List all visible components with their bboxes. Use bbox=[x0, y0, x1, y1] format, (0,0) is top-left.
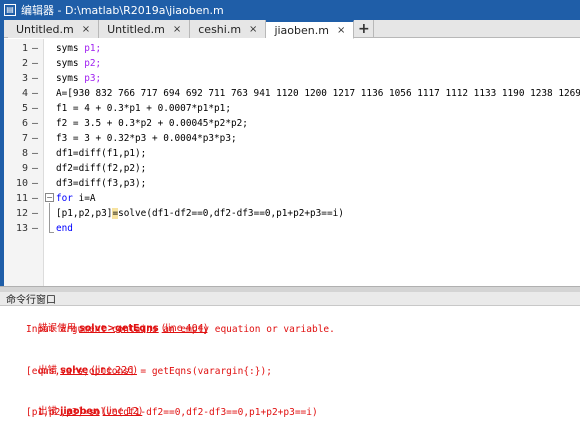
symbol-arg: p1; bbox=[84, 43, 102, 54]
breakpoint-marker[interactable]: — bbox=[28, 103, 42, 114]
breakpoint-marker[interactable]: — bbox=[28, 148, 42, 159]
code-editor[interactable]: 1 — syms p1; 2 — syms p2; 3 — syms p3; 4… bbox=[4, 39, 580, 286]
code-text: f3 = 3 + 0.32*p3 + 0.0004*p3*p3; bbox=[56, 133, 237, 144]
window-title: 编辑器 - D:\matlab\R2019a\jiaoben.m bbox=[21, 4, 224, 17]
tab-label: ceshi.m bbox=[198, 22, 242, 36]
code-text: f1 = 4 + 0.3*p1 + 0.0007*p1*p1; bbox=[56, 103, 231, 114]
code-text: for i=A bbox=[56, 193, 96, 204]
error-code: [p1,p2,p3]=solve(df1-df2==0,df2-df3==0,p… bbox=[26, 407, 318, 418]
code-line[interactable]: 4 — A=[930 832 766 717 694 692 711 763 9… bbox=[4, 86, 580, 101]
code-line[interactable]: 11 — − for i=A bbox=[4, 191, 580, 206]
breakpoint-marker[interactable]: — bbox=[28, 88, 42, 99]
keyword-for: for bbox=[56, 193, 73, 204]
line-number: 1 bbox=[21, 43, 28, 54]
symbol-arg: p3; bbox=[84, 73, 102, 84]
code-line[interactable]: 8 — df1=diff(f1,p1); bbox=[4, 146, 580, 161]
code-line[interactable]: 3 — syms p3; bbox=[4, 71, 580, 86]
code-line[interactable]: 2 — syms p2; bbox=[4, 56, 580, 71]
tab-ceshi[interactable]: ceshi.m × bbox=[190, 20, 267, 38]
code-text: [p1,p2,p3]=solve(df1-df2==0,df2-df3==0,p… bbox=[56, 208, 344, 219]
line-number: 8 bbox=[21, 148, 28, 159]
editor-title-bar: ▤ 编辑器 - D:\matlab\R2019a\jiaoben.m bbox=[0, 0, 580, 20]
breakpoint-marker[interactable]: — bbox=[28, 178, 42, 189]
code-text: df1=diff(f1,p1); bbox=[56, 148, 147, 159]
breakpoint-marker[interactable]: — bbox=[28, 73, 42, 84]
editor-panel: Untitled.m × Untitled.m × ceshi.m × jiao… bbox=[0, 20, 580, 286]
code-line[interactable]: 1 — syms p1; bbox=[4, 41, 580, 56]
error-message: Input argument contains an empty equatio… bbox=[26, 324, 335, 335]
code-line[interactable]: 10 — df3=diff(f3,p3); bbox=[4, 176, 580, 191]
code-text: f2 = 3.5 + 0.3*p2 + 0.00045*p2*p2; bbox=[56, 118, 248, 129]
line-number: 7 bbox=[21, 133, 28, 144]
code-text: end bbox=[56, 223, 73, 234]
code-line[interactable]: 5 — f1 = 4 + 0.3*p1 + 0.0007*p1*p1; bbox=[4, 101, 580, 116]
line-number: 11 bbox=[15, 193, 28, 204]
tab-label: Untitled.m bbox=[16, 22, 74, 36]
breakpoint-marker[interactable]: — bbox=[28, 43, 42, 54]
code-line[interactable]: 9 — df2=diff(f2,p2); bbox=[4, 161, 580, 176]
line-number: 12 bbox=[15, 208, 28, 219]
code-text: A=[930 832 766 717 694 692 711 763 941 1… bbox=[56, 88, 580, 99]
line-number: 5 bbox=[21, 103, 28, 114]
code-line[interactable]: 13 — end bbox=[4, 221, 580, 236]
tab-close-icon[interactable]: × bbox=[249, 24, 257, 35]
tab-label: Untitled.m bbox=[107, 22, 165, 36]
editor-app-icon: ▤ bbox=[4, 4, 16, 16]
command-window-title: 命令行窗口 bbox=[0, 292, 580, 306]
breakpoint-marker[interactable]: — bbox=[28, 223, 42, 234]
line-number: 9 bbox=[21, 163, 28, 174]
code-text: syms p2; bbox=[56, 58, 102, 69]
code-text: syms p1; bbox=[56, 43, 102, 54]
breakpoint-marker[interactable]: — bbox=[28, 58, 42, 69]
line-number: 4 bbox=[21, 88, 28, 99]
fold-collapse-icon[interactable]: − bbox=[45, 193, 54, 202]
breakpoint-marker[interactable]: — bbox=[28, 208, 42, 219]
breakpoint-marker[interactable]: — bbox=[28, 193, 42, 204]
line-number: 2 bbox=[21, 58, 28, 69]
line-number: 6 bbox=[21, 118, 28, 129]
line-number: 3 bbox=[21, 73, 28, 84]
fold-guide-end bbox=[49, 232, 54, 233]
tab-jiaoben[interactable]: jiaoben.m × bbox=[266, 20, 355, 39]
line-number: 10 bbox=[15, 178, 28, 189]
code-text: df2=diff(f2,p2); bbox=[56, 163, 147, 174]
tab-untitled-2[interactable]: Untitled.m × bbox=[99, 20, 191, 38]
tab-close-icon[interactable]: × bbox=[337, 25, 345, 36]
command-window[interactable]: 错误使用 solve>getEqns (line 404) Input argu… bbox=[0, 306, 580, 431]
new-tab-button[interactable]: + bbox=[354, 20, 375, 38]
code-text: syms p3; bbox=[56, 73, 102, 84]
breakpoint-marker[interactable]: — bbox=[28, 163, 42, 174]
breakpoint-marker[interactable]: — bbox=[28, 118, 42, 129]
tab-label: jiaoben.m bbox=[274, 23, 329, 37]
line-number: 13 bbox=[15, 223, 28, 234]
error-code: [eqns,vars,options] = getEqns(varargin{:… bbox=[26, 366, 272, 377]
code-text: df3=diff(f3,p3); bbox=[56, 178, 147, 189]
editor-tab-bar: Untitled.m × Untitled.m × ceshi.m × jiao… bbox=[4, 20, 580, 39]
symbol-arg: p2; bbox=[84, 58, 102, 69]
code-line[interactable]: 7 — f3 = 3 + 0.32*p3 + 0.0004*p3*p3; bbox=[4, 131, 580, 146]
code-line[interactable]: 6 — f2 = 3.5 + 0.3*p2 + 0.00045*p2*p2; bbox=[4, 116, 580, 131]
tab-close-icon[interactable]: × bbox=[173, 24, 181, 35]
code-line[interactable]: 12 — [p1,p2,p3]=solve(df1-df2==0,df2-df3… bbox=[4, 206, 580, 221]
breakpoint-marker[interactable]: — bbox=[28, 133, 42, 144]
keyword-end: end bbox=[56, 223, 73, 234]
tab-close-icon[interactable]: × bbox=[82, 24, 90, 35]
tab-untitled-1[interactable]: Untitled.m × bbox=[8, 20, 100, 38]
